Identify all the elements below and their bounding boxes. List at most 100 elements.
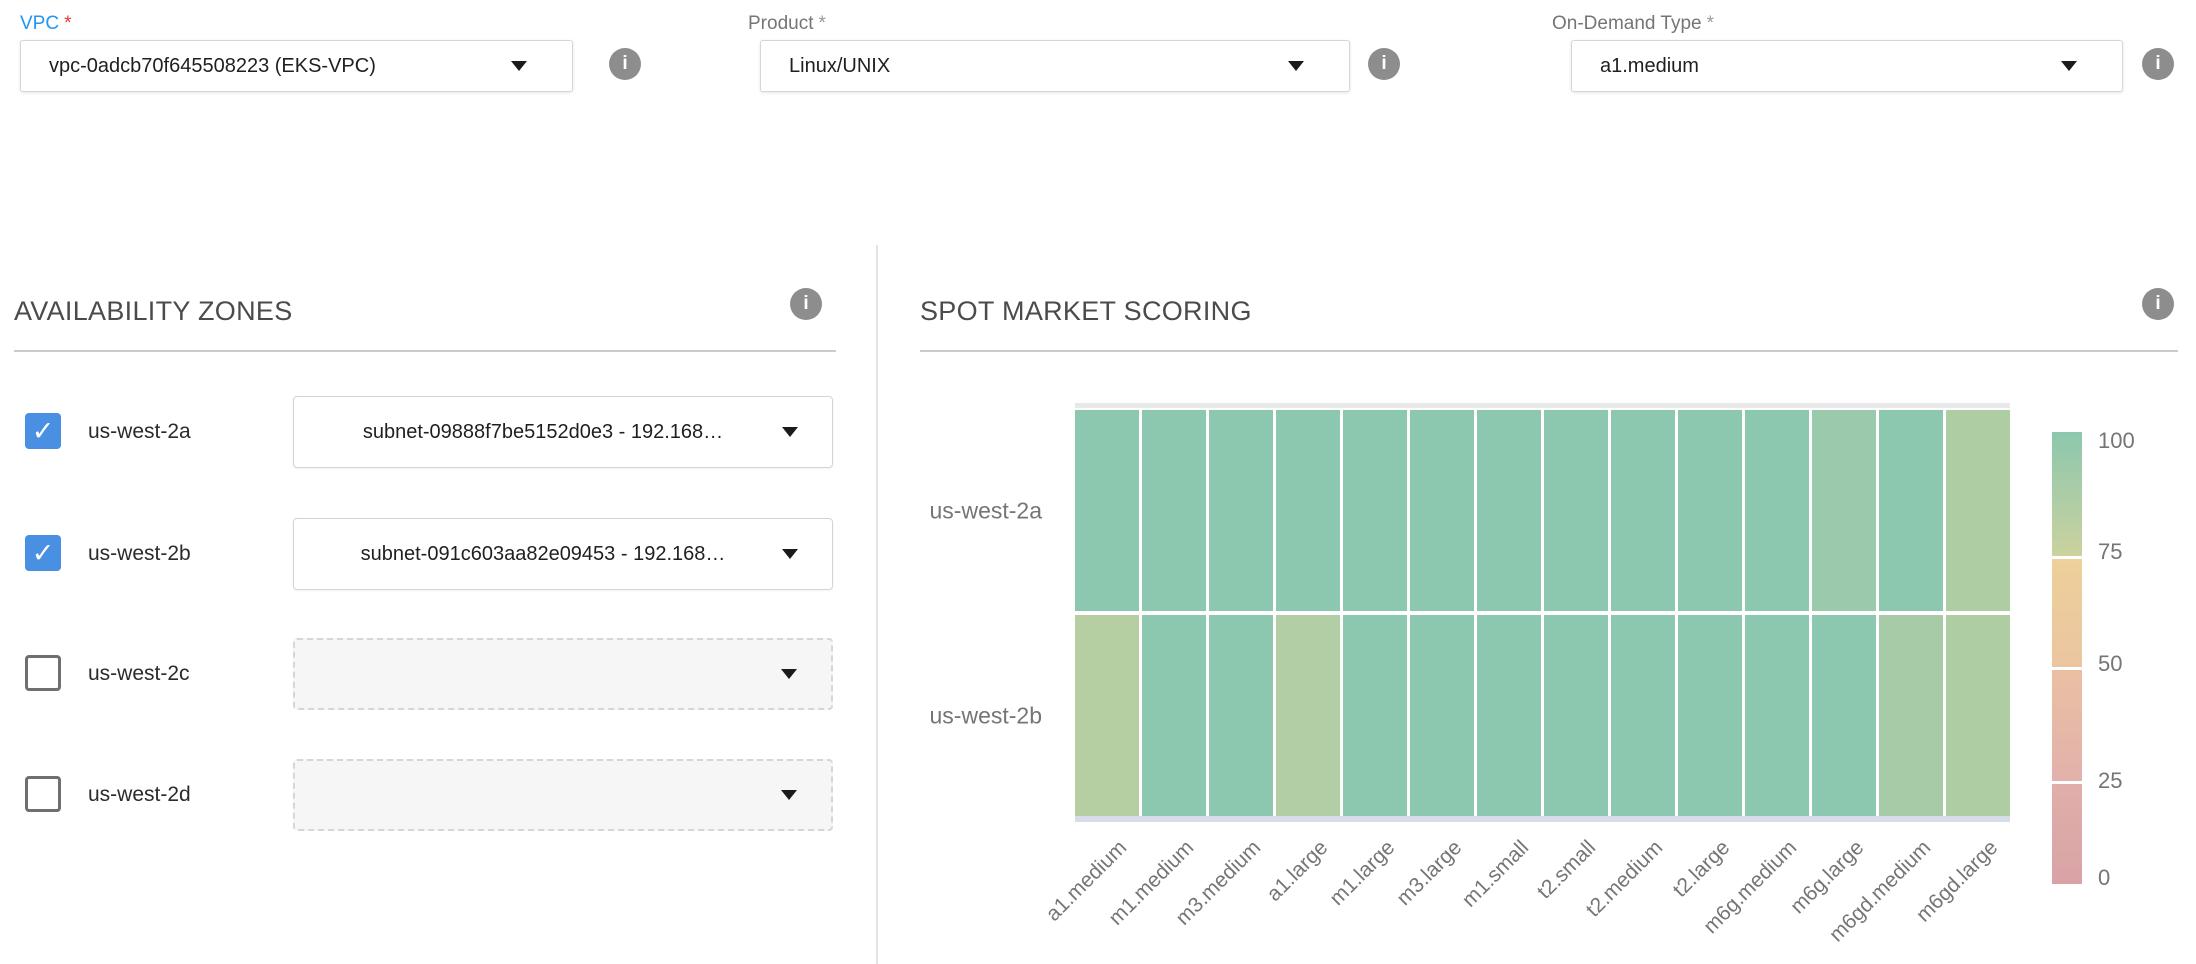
product-label: Product* [748,13,826,35]
heatmap-cell [1946,615,2010,816]
on-demand-type-label-text: On-Demand Type [1552,13,1702,34]
az-subnet-select[interactable] [293,759,833,831]
legend-bar-segment [2052,432,2082,556]
az-subnet-select[interactable]: subnet-09888f7be5152d0e3 - 192.168… [293,396,833,468]
availability-zones-info-icon[interactable]: i [790,288,822,320]
required-asterisk: * [818,13,825,34]
info-glyph: i [622,53,627,75]
heatmap-cell [1075,615,1139,816]
heatmap-cell [1410,410,1474,611]
az-checkbox[interactable] [25,655,61,691]
caret-down-icon [2061,61,2077,71]
az-checkbox[interactable]: ✓ [25,535,61,571]
on-demand-type-select[interactable]: a1.medium [1571,40,2123,92]
spot-market-scoring-divider [920,350,2178,352]
az-zone-label: us-west-2c [88,662,190,686]
heatmap-cell [1946,410,2010,611]
heatmap-cell [1209,615,1273,816]
az-zone-label: us-west-2a [88,420,191,444]
heatmap-col-label: t2.small [1532,836,1600,904]
required-asterisk: * [64,13,71,34]
info-glyph: i [2155,293,2160,315]
legend-tick-label: 100 [2098,428,2135,454]
heatmap-col-label: m1.small [1457,836,1533,912]
legend-bar-segment [2052,784,2082,884]
heatmap-row-label: us-west-2b [930,702,1042,729]
vpc-select[interactable]: vpc-0adcb70f645508223 (EKS-VPC) [20,40,573,92]
info-glyph: i [1381,53,1386,75]
subnet-value: subnet-09888f7be5152d0e3 - 192.168… [333,421,793,444]
spot-market-scoring-title: SPOT MARKET SCORING [920,296,1252,327]
heatmap-cell [1410,615,1474,816]
legend-tick-label: 25 [2098,768,2122,794]
legend-tick-label: 50 [2098,651,2122,677]
heatmap-cell [1343,410,1407,611]
legend-tick-label: 75 [2098,539,2122,565]
heatmap-cell [1544,615,1608,816]
vpc-info-icon[interactable]: i [609,48,641,80]
panel-divider [876,245,878,964]
heatmap-cell [1745,615,1809,816]
caret-down-icon [782,427,798,437]
heatmap-grid [1075,410,2010,816]
required-asterisk: * [1707,13,1714,34]
heatmap-cell [1343,615,1407,816]
az-checkbox[interactable]: ✓ [25,413,61,449]
heatmap-cell [1678,615,1742,816]
heatmap-cell [1209,410,1273,611]
heatmap-cell [1142,410,1206,611]
vpc-label-text: VPC [20,13,59,34]
check-icon: ✓ [32,540,55,567]
legend-tick-label: 0 [2098,865,2110,891]
info-glyph: i [803,293,808,315]
heatmap-cell [1142,615,1206,816]
product-info-icon[interactable]: i [1368,48,1400,80]
heatmap-cell [1477,410,1541,611]
heatmap-col-label: m3.large [1392,836,1467,911]
heatmap-cell [1812,410,1876,611]
heatmap-col-label: m1.large [1325,836,1400,911]
spot-market-scoring-info-icon[interactable]: i [2142,288,2174,320]
heatmap-scrollbar[interactable] [1075,816,2010,822]
heatmap-col-label: a1.large [1262,836,1333,907]
heatmap-row-label: us-west-2a [930,497,1042,524]
az-zone-label: us-west-2d [88,783,191,807]
az-subnet-select[interactable] [293,638,833,710]
on-demand-type-select-value: a1.medium [1572,55,1699,78]
spot-configuration-page: VPC* vpc-0adcb70f645508223 (EKS-VPC) i P… [0,0,2196,964]
heatmap-cell [1477,615,1541,816]
heatmap-cell [1879,615,1943,816]
caret-down-icon [1288,61,1304,71]
caret-down-icon [781,669,797,679]
heatmap-cell [1544,410,1608,611]
caret-down-icon [782,549,798,559]
check-icon: ✓ [32,418,55,445]
caret-down-icon [511,61,527,71]
heatmap-cell [1812,615,1876,816]
caret-down-icon [781,790,797,800]
heatmap-cell [1745,410,1809,611]
heatmap-top-strip [1075,403,2010,408]
heatmap-cell [1276,615,1340,816]
az-checkbox[interactable] [25,776,61,812]
availability-zones-title: AVAILABILITY ZONES [14,296,293,327]
heatmap-cell [1611,615,1675,816]
availability-zones-divider [14,350,836,352]
legend-bar-segment [2052,559,2082,667]
heatmap-cell [1879,410,1943,611]
heatmap-col-label: t2.large [1668,836,1735,903]
heatmap-cell [1678,410,1742,611]
on-demand-type-info-icon[interactable]: i [2142,48,2174,80]
on-demand-type-label: On-Demand Type* [1552,13,1714,35]
product-select[interactable]: Linux/UNIX [760,40,1350,92]
product-label-text: Product [748,13,813,34]
vpc-select-value: vpc-0adcb70f645508223 (EKS-VPC) [21,55,376,78]
az-subnet-select[interactable]: subnet-091c603aa82e09453 - 192.168… [293,518,833,590]
heatmap-cell [1075,410,1139,611]
product-select-value: Linux/UNIX [761,55,890,78]
subnet-value: subnet-091c603aa82e09453 - 192.168… [331,543,796,566]
az-zone-label: us-west-2b [88,542,191,566]
info-glyph: i [2155,53,2160,75]
heatmap-cell [1276,410,1340,611]
heatmap-cell [1611,410,1675,611]
